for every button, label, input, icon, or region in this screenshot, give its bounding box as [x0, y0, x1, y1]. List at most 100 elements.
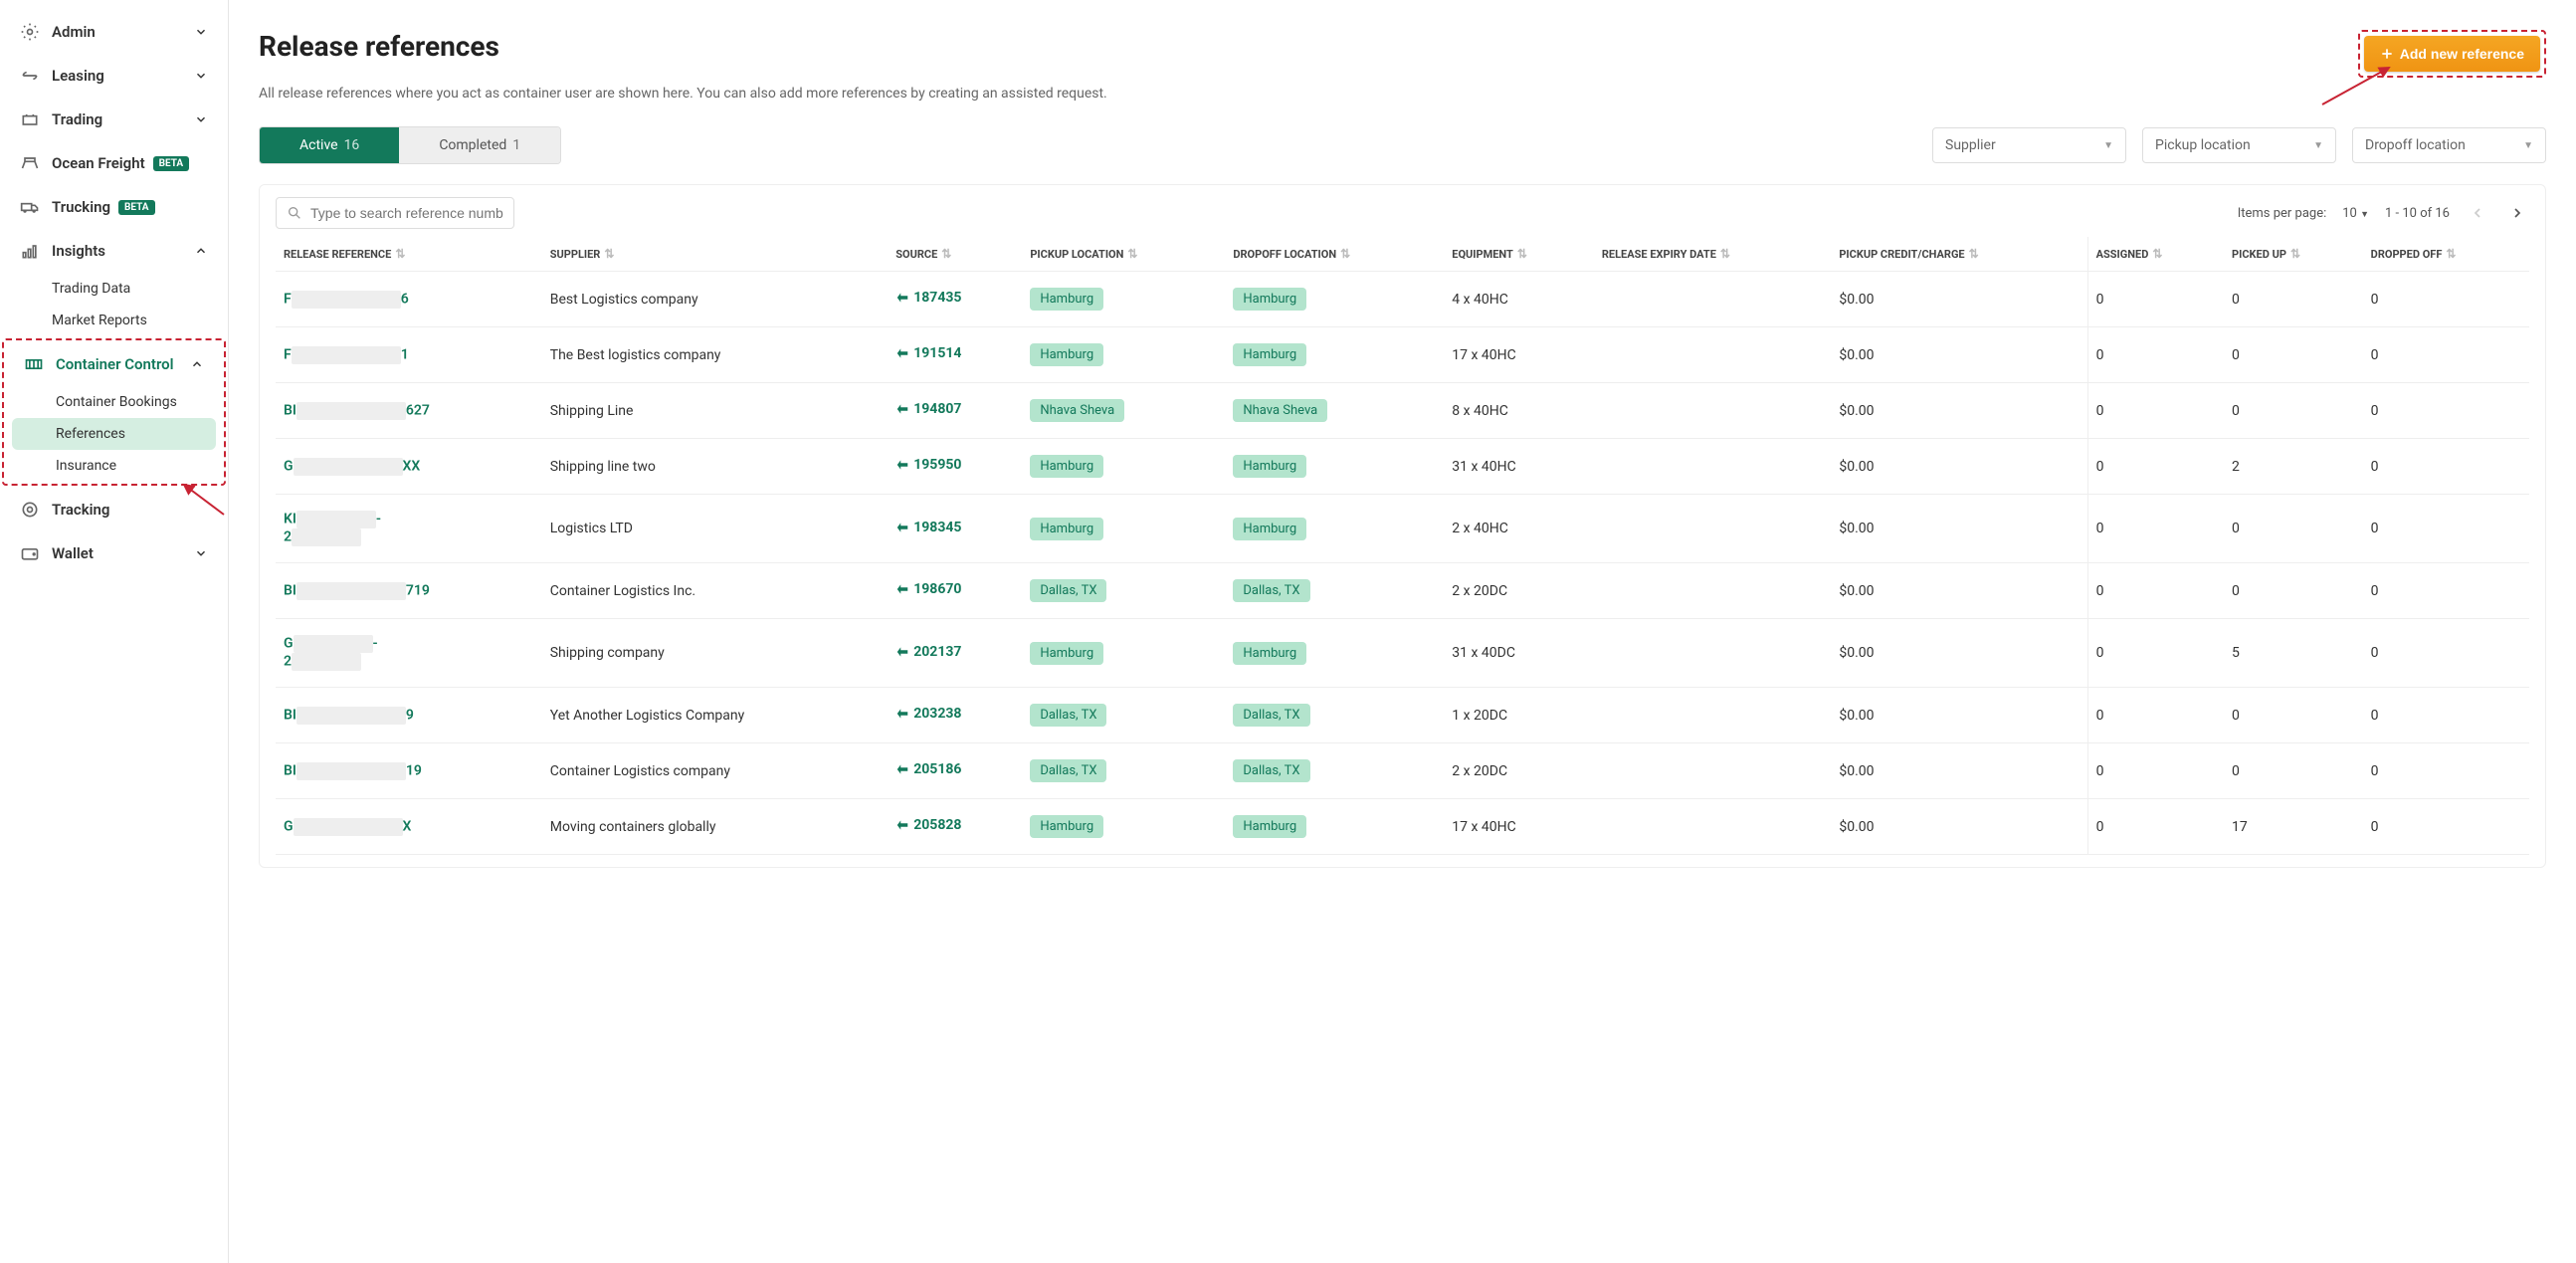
cell-dropped: 0	[2363, 383, 2529, 439]
col-dropoff[interactable]: DROPOFF LOCATION⇅	[1225, 237, 1444, 272]
table-row[interactable]: BI19 Container Logistics company 205186 …	[276, 743, 2529, 799]
col-assigned[interactable]: ASSIGNED⇅	[2087, 237, 2224, 272]
next-page-button[interactable]	[2505, 201, 2529, 225]
cell-dropoff: Hamburg	[1225, 799, 1444, 855]
table-row[interactable]: GXX Shipping line two 195950 Hamburg Ham…	[276, 439, 2529, 495]
table-row[interactable]: BI9 Yet Another Logistics Company 203238…	[276, 688, 2529, 743]
cell-expiry	[1594, 799, 1831, 855]
chevron-down-icon	[194, 69, 208, 83]
cell-expiry	[1594, 439, 1831, 495]
sidebar-label: Container Control	[56, 355, 174, 373]
cell-assigned: 0	[2087, 327, 2224, 383]
cell-credit: $0.00	[1831, 272, 2087, 327]
table-row[interactable]: G-2 Shipping company 202137 Hamburg Hamb…	[276, 619, 2529, 688]
sidebar-item-trading[interactable]: Trading	[0, 98, 228, 141]
cell-pickup: Dallas, TX	[1022, 688, 1225, 743]
table-row[interactable]: BI627 Shipping Line 194807 Nhava Sheva N…	[276, 383, 2529, 439]
cell-assigned: 0	[2087, 383, 2224, 439]
cell-source: 198345	[888, 495, 1022, 563]
cell-dropoff: Dallas, TX	[1225, 743, 1444, 799]
cell-picked: 17	[2224, 799, 2363, 855]
cell-pickup: Hamburg	[1022, 272, 1225, 327]
sidebar-item-admin[interactable]: Admin	[0, 10, 228, 54]
cell-equipment: 1 x 20DC	[1444, 688, 1594, 743]
col-dropped[interactable]: DROPPED OFF⇅	[2363, 237, 2529, 272]
search-icon	[287, 205, 302, 221]
cell-dropped: 0	[2363, 688, 2529, 743]
cell-pickup: Hamburg	[1022, 439, 1225, 495]
sidebar-sub-insurance[interactable]: Insurance	[4, 450, 224, 482]
cell-expiry	[1594, 495, 1831, 563]
cell-supplier: Moving containers globally	[542, 799, 889, 855]
plus-icon	[2380, 47, 2394, 61]
sidebar-item-wallet[interactable]: Wallet	[0, 531, 228, 575]
col-supplier[interactable]: SUPPLIER⇅	[542, 237, 889, 272]
cell-supplier: Container Logistics Inc.	[542, 563, 889, 619]
sort-icon: ⇅	[941, 247, 951, 261]
sidebar-label: Ocean Freight	[52, 154, 145, 172]
cell-ref: GX	[276, 799, 542, 855]
table-row[interactable]: KI-2 Logistics LTD 198345 Hamburg Hambur…	[276, 495, 2529, 563]
truck-icon	[20, 197, 40, 217]
sidebar-item-ocean-freight[interactable]: Ocean Freight BETA	[0, 141, 228, 185]
cell-source: 205828	[888, 799, 1022, 855]
prev-page-button[interactable]	[2466, 201, 2489, 225]
col-picked[interactable]: PICKED UP⇅	[2224, 237, 2363, 272]
sidebar-item-leasing[interactable]: Leasing	[0, 54, 228, 98]
pickup-select[interactable]: Pickup location▼	[2142, 127, 2336, 163]
sidebar-sub-references[interactable]: References	[12, 418, 216, 450]
cell-picked: 0	[2224, 327, 2363, 383]
table-row[interactable]: BI719 Container Logistics Inc. 198670 Da…	[276, 563, 2529, 619]
chevron-down-icon	[194, 546, 208, 560]
page-info: 1 - 10 of 16	[2385, 206, 2450, 221]
search-box[interactable]	[276, 197, 514, 229]
cell-expiry	[1594, 688, 1831, 743]
cell-dropped: 0	[2363, 619, 2529, 688]
sort-icon: ⇅	[2152, 247, 2162, 261]
table-row[interactable]: GX Moving containers globally 205828 Ham…	[276, 799, 2529, 855]
table-row[interactable]: F1 The Best logistics company 191514 Ham…	[276, 327, 2529, 383]
cell-ref: BI9	[276, 688, 542, 743]
tab-completed[interactable]: Completed1	[399, 127, 560, 163]
sidebar-sub-container-bookings[interactable]: Container Bookings	[4, 386, 224, 418]
tab-active[interactable]: Active16	[260, 127, 399, 163]
col-source[interactable]: SOURCE⇅	[888, 237, 1022, 272]
cell-ref: G-2	[276, 619, 542, 688]
col-expiry[interactable]: RELEASE EXPIRY DATE⇅	[1594, 237, 1831, 272]
cell-picked: 5	[2224, 619, 2363, 688]
cell-ref: BI19	[276, 743, 542, 799]
table-row[interactable]: F6 Best Logistics company 187435 Hamburg…	[276, 272, 2529, 327]
col-ref[interactable]: RELEASE REFERENCE⇅	[276, 237, 542, 272]
cell-equipment: 17 x 40HC	[1444, 327, 1594, 383]
cell-equipment: 17 x 40HC	[1444, 799, 1594, 855]
sidebar-item-trucking[interactable]: Trucking BETA	[0, 185, 228, 229]
col-pickup[interactable]: PICKUP LOCATION⇅	[1022, 237, 1225, 272]
cell-expiry	[1594, 563, 1831, 619]
add-reference-button[interactable]: Add new reference	[2364, 36, 2540, 72]
sidebar-item-insights[interactable]: Insights	[0, 229, 228, 273]
sidebar-sub-market-reports[interactable]: Market Reports	[0, 305, 228, 336]
items-per-page-select[interactable]: 10 ▼	[2342, 206, 2369, 221]
leasing-icon	[20, 66, 40, 86]
cell-pickup: Dallas, TX	[1022, 743, 1225, 799]
col-credit[interactable]: PICKUP CREDIT/CHARGE⇅	[1831, 237, 2087, 272]
cell-dropoff: Nhava Sheva	[1225, 383, 1444, 439]
cell-picked: 0	[2224, 688, 2363, 743]
cell-expiry	[1594, 743, 1831, 799]
pagination: Items per page: 10 ▼ 1 - 10 of 16	[2238, 201, 2529, 225]
sidebar-item-container-control[interactable]: Container Control	[4, 342, 224, 386]
cell-dropped: 0	[2363, 743, 2529, 799]
chevron-down-icon	[194, 25, 208, 39]
dropoff-select[interactable]: Dropoff location▼	[2352, 127, 2546, 163]
cell-credit: $0.00	[1831, 563, 2087, 619]
col-equipment[interactable]: EQUIPMENT⇅	[1444, 237, 1594, 272]
supplier-select[interactable]: Supplier▼	[1932, 127, 2126, 163]
container-icon	[24, 354, 44, 374]
cell-equipment: 2 x 40HC	[1444, 495, 1594, 563]
search-input[interactable]	[310, 205, 503, 221]
sidebar-label: Trading	[52, 110, 102, 128]
cell-credit: $0.00	[1831, 439, 2087, 495]
annotation-highlight-sidebar: Container Control Container Bookings Ref…	[2, 338, 226, 486]
sidebar-sub-trading-data[interactable]: Trading Data	[0, 273, 228, 305]
cell-dropped: 0	[2363, 563, 2529, 619]
